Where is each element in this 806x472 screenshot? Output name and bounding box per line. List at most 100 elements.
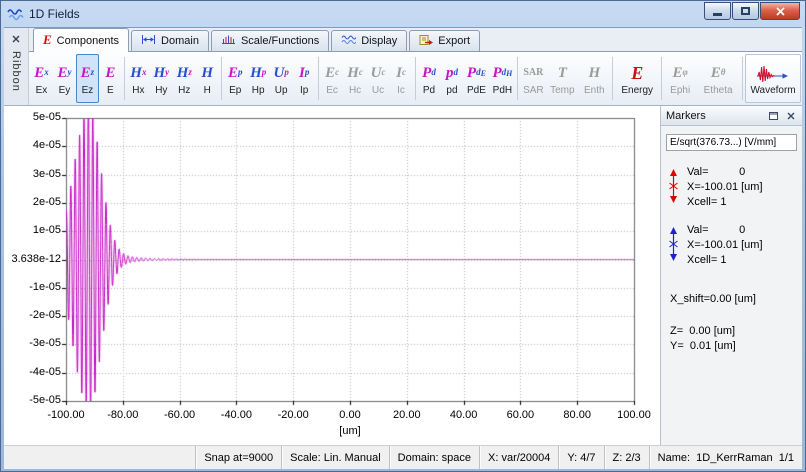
toolbar-button-label: Energy	[621, 85, 653, 96]
toolbar-button-energy[interactable]: EEnergy	[615, 54, 659, 103]
toolbar-button-ip[interactable]: IpIp	[293, 54, 316, 103]
status-bar: Snap at=9000Scale: Lin. ManualDomain: sp…	[4, 445, 802, 469]
panel-float-icon	[769, 112, 778, 120]
toolbar-separator	[124, 57, 125, 100]
markers-panel-titlebar[interactable]: Markers	[661, 106, 802, 126]
marker-lines: Val= 0X=-100.01 [um]Xcell= 1	[687, 223, 763, 267]
client-area: Ribbon EComponentsDomainScale/Functions D…	[4, 27, 802, 468]
status-segment-1: Snap at=9000	[195, 446, 281, 469]
toolbar-button-etheta[interactable]: EθEtheta	[696, 54, 740, 103]
maximize-icon	[741, 7, 750, 15]
toolbar-button-label: Pd	[423, 85, 435, 96]
markers-list: Val= 0X=-100.01 [um]Xcell= 1Val= 0X=-100…	[661, 151, 802, 267]
marker-arrow-icon[interactable]	[667, 169, 680, 206]
pde-glyph-icon: PdE	[467, 62, 486, 84]
toolbar-button-e[interactable]: EE	[99, 54, 122, 103]
y-tick-label: -5e-05	[4, 394, 61, 406]
toolbar-button-hx[interactable]: HxHx	[127, 54, 150, 103]
panel-close-button[interactable]	[784, 109, 797, 122]
main-area: [um] 5e-054e-053e-052e-051e-053.638e-12-…	[4, 106, 802, 445]
toolbar-button-label: Hz	[178, 85, 190, 96]
tab-domain[interactable]: Domain	[131, 30, 209, 51]
y-tick-label: 3e-05	[4, 168, 61, 180]
toolbar-button-label: Ephi	[670, 85, 690, 96]
maximize-button[interactable]	[732, 2, 759, 20]
toolbar-button-pd[interactable]: pdpd	[440, 54, 463, 103]
toolbar-button-label: Ec	[326, 85, 338, 96]
toolbar-button-hc[interactable]: HcHc	[344, 54, 367, 103]
x-tick-label: 100.00	[602, 409, 666, 421]
marker-arrow-icon[interactable]	[667, 227, 680, 264]
minimize-button[interactable]	[704, 2, 731, 20]
toolbar-button-label: Ep	[229, 85, 241, 96]
x-tick-label: 60.00	[488, 409, 552, 421]
toolbar-button-label: Hy	[155, 85, 167, 96]
toolbar-button-ec[interactable]: EcEc	[321, 54, 344, 103]
status-segment-6: Z: 2/3	[604, 446, 649, 469]
toolbar-button-hz[interactable]: HzHz	[173, 54, 196, 103]
toolbar-button-ey[interactable]: EyEy	[53, 54, 76, 103]
toolbar-button-pdh[interactable]: PdHPdH	[489, 54, 515, 103]
temp-glyph-icon: T	[558, 62, 567, 84]
close-icon	[776, 7, 785, 16]
toolbar-button-h[interactable]: HH	[196, 54, 219, 103]
toolbar-separator	[612, 57, 613, 100]
toolbar-button-label: Temp	[550, 85, 574, 96]
scale-functions-tab-icon	[221, 34, 236, 48]
toolbar-button-waveform[interactable]: Waveform	[745, 54, 801, 103]
chart-canvas[interactable]	[4, 106, 660, 445]
ribbon-close-button[interactable]	[8, 31, 25, 47]
x-shift-value: X_shift=0.00 [um]	[670, 293, 793, 305]
toolbar-separator	[661, 57, 662, 100]
toolbar-button-ez[interactable]: EzEz	[76, 54, 99, 103]
toolbar-button-up[interactable]: UpUp	[270, 54, 293, 103]
toolbar-button-hy[interactable]: HyHy	[150, 54, 173, 103]
x-tick-label: 80.00	[545, 409, 609, 421]
toolbar-button-uc[interactable]: UcUc	[367, 54, 390, 103]
title-bar[interactable]: 1D Fields	[4, 1, 802, 27]
e-glyph-icon: E	[105, 62, 115, 84]
toolbar-button-temp[interactable]: TTemp	[546, 54, 578, 103]
y-tick-label: 1e-05	[4, 224, 61, 236]
marker-entry-2: Val= 0X=-100.01 [um]Xcell= 1	[667, 223, 796, 267]
hz-glyph-icon: Hz	[177, 62, 192, 84]
panel-float-button[interactable]	[767, 109, 780, 122]
tab-display[interactable]: Display	[331, 30, 407, 51]
close-button[interactable]	[760, 2, 800, 20]
ey-glyph-icon: Ey	[57, 62, 71, 84]
ribbon-close-icon	[12, 35, 20, 43]
toolbar-button-label: Ic	[397, 85, 405, 96]
toolbar-button-enth[interactable]: HEnth	[578, 54, 610, 103]
domain-tab-icon	[141, 34, 156, 48]
ec-glyph-icon: Ec	[325, 62, 339, 84]
toolbar-button-label: E	[107, 85, 114, 96]
toolbar-button-pd[interactable]: PdPd	[418, 54, 441, 103]
ip-glyph-icon: Ip	[299, 62, 309, 84]
toolbar-button-label: PdH	[493, 85, 512, 96]
panel-close-icon	[787, 112, 795, 120]
toolbar-button-ep[interactable]: EpEp	[224, 54, 247, 103]
toolbar-button-label: Etheta	[704, 85, 733, 96]
app-icon	[6, 6, 24, 22]
tab-scale-functions[interactable]: Scale/Functions	[211, 30, 329, 51]
toolbar-button-label: SAR	[523, 85, 544, 96]
toolbar-button-sar[interactable]: SARSAR	[520, 54, 546, 103]
marker-xcell: Xcell= 1	[687, 195, 763, 209]
toolbar-button-pde[interactable]: PdEPdE	[463, 54, 489, 103]
pd-glyph-icon: pd	[446, 62, 458, 84]
toolbar-button-ephi[interactable]: EφEphi	[664, 54, 696, 103]
h-glyph-icon: H	[201, 62, 213, 84]
markers-panel-title: Markers	[666, 110, 763, 122]
toolbar-button-hp[interactable]: HpHp	[247, 54, 270, 103]
toolbar-button-ic[interactable]: IcIc	[390, 54, 413, 103]
y-tick-label: -1e-05	[4, 281, 61, 293]
ribbon-rail: Ribbon	[4, 28, 29, 105]
tab-components[interactable]: EComponents	[33, 28, 129, 52]
toolbar-button-ex[interactable]: ExEx	[30, 54, 53, 103]
ribbon-area: Ribbon EComponentsDomainScale/Functions D…	[4, 28, 802, 106]
tab-export[interactable]: Export	[409, 30, 480, 51]
toolbar-separator	[742, 57, 743, 100]
sar-glyph-icon: SAR	[523, 62, 543, 84]
ribbon-rail-label: Ribbon	[10, 51, 22, 92]
tab-label-display: Display	[361, 35, 397, 47]
